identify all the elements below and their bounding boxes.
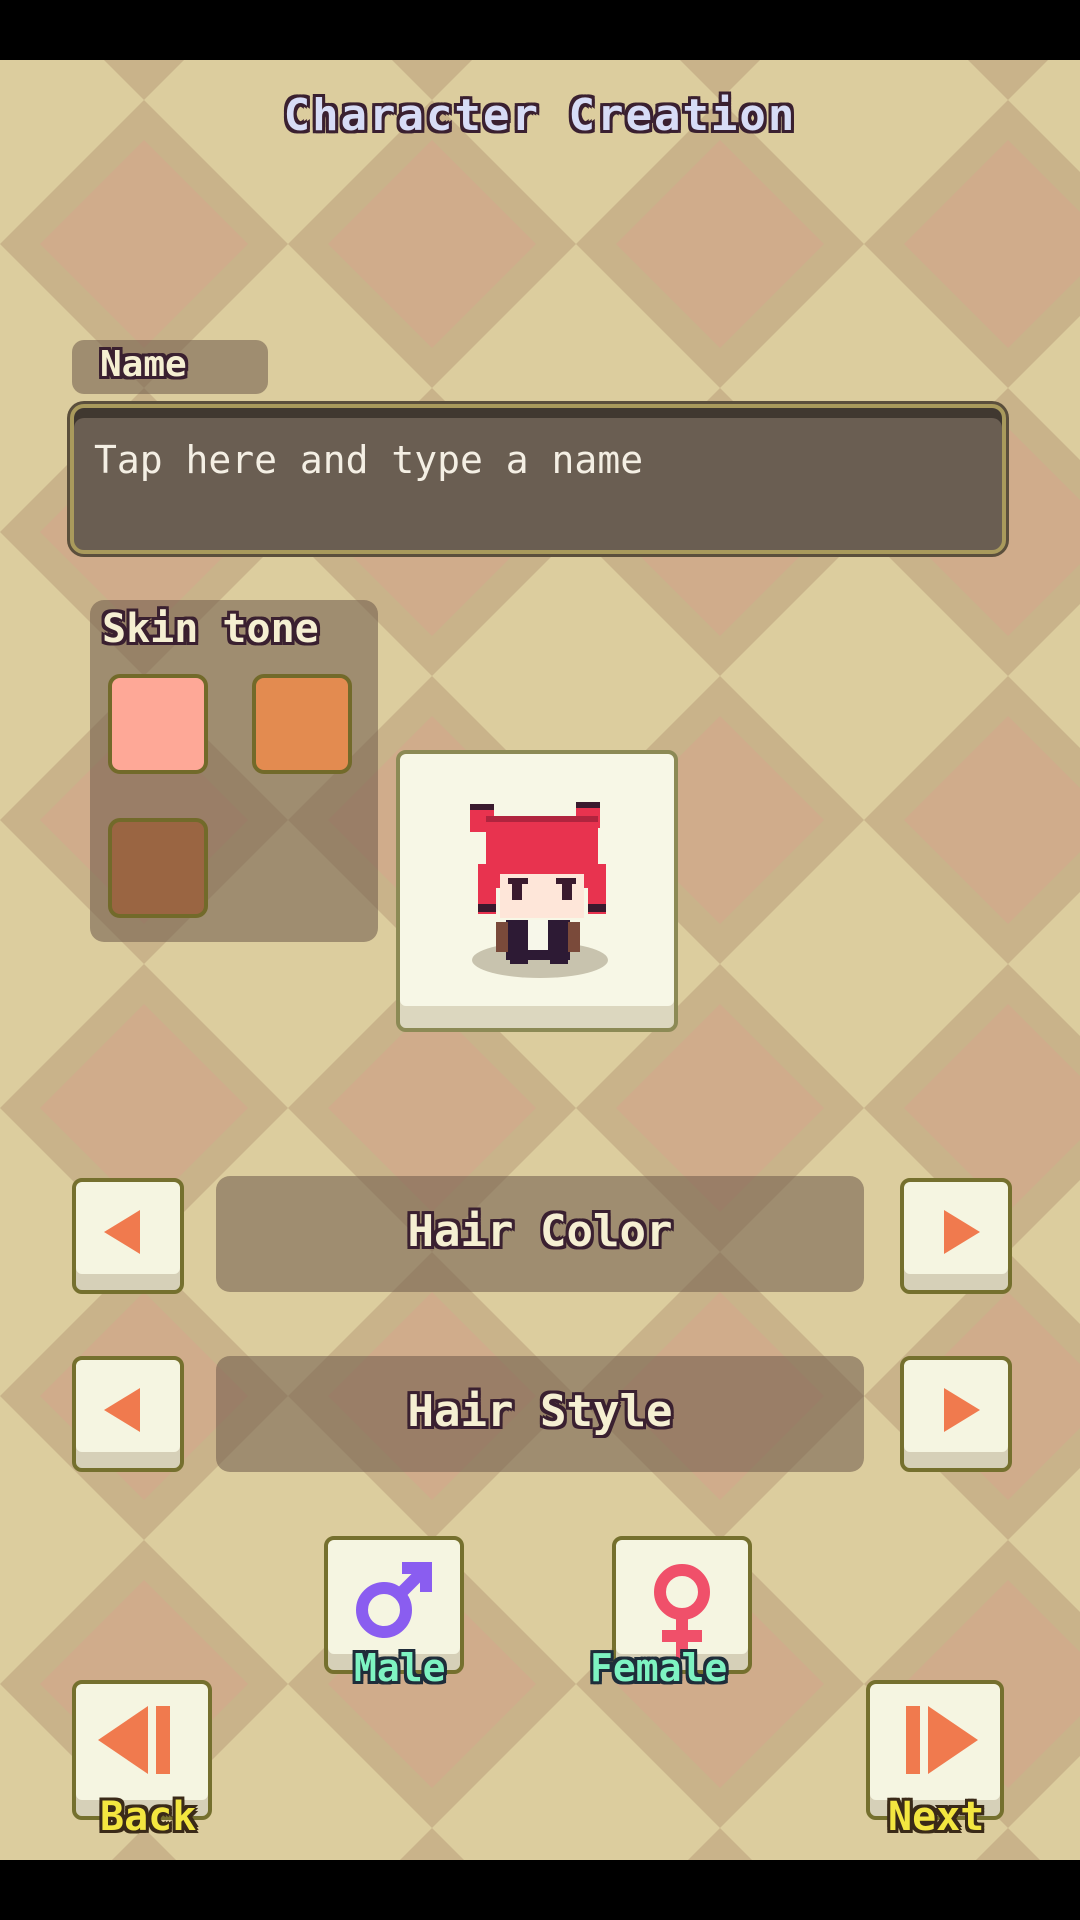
arrow-left-icon xyxy=(104,1388,140,1432)
name-label-tag: Name xyxy=(72,340,268,394)
hair-color-selector: Hair Color xyxy=(216,1176,864,1292)
next-label: Next xyxy=(888,1794,985,1840)
male-label: Male xyxy=(354,1646,446,1690)
hair-color-prev-button[interactable] xyxy=(72,1178,184,1294)
hair-color-next-button[interactable] xyxy=(900,1178,1012,1294)
female-label: Female xyxy=(590,1646,728,1690)
arrow-left-icon xyxy=(104,1210,140,1254)
skin-tone-swatch-medium[interactable] xyxy=(252,674,352,774)
game-screen: Character Creation Name Tap here and typ… xyxy=(0,60,1080,1860)
skin-tone-panel: Skin tone xyxy=(90,600,378,942)
character-preview xyxy=(396,750,678,1032)
arrow-right-icon xyxy=(944,1210,980,1254)
name-input[interactable]: Tap here and type a name xyxy=(70,404,1006,554)
name-input-placeholder: Tap here and type a name xyxy=(94,438,644,482)
skin-tone-label: Skin tone xyxy=(102,606,319,652)
character-sprite xyxy=(470,802,608,978)
skin-tone-swatch-dark[interactable] xyxy=(108,818,208,918)
arrow-right-icon xyxy=(944,1388,980,1432)
hair-style-label: Hair Style xyxy=(407,1386,673,1437)
back-label: Back xyxy=(100,1794,197,1840)
skin-tone-swatch-light[interactable] xyxy=(108,674,208,774)
hair-style-next-button[interactable] xyxy=(900,1356,1012,1472)
screen-title: Character Creation xyxy=(283,90,797,141)
hair-style-selector: Hair Style xyxy=(216,1356,864,1472)
hair-color-label: Hair Color xyxy=(407,1206,673,1257)
name-label: Name xyxy=(100,344,187,385)
hair-style-prev-button[interactable] xyxy=(72,1356,184,1472)
